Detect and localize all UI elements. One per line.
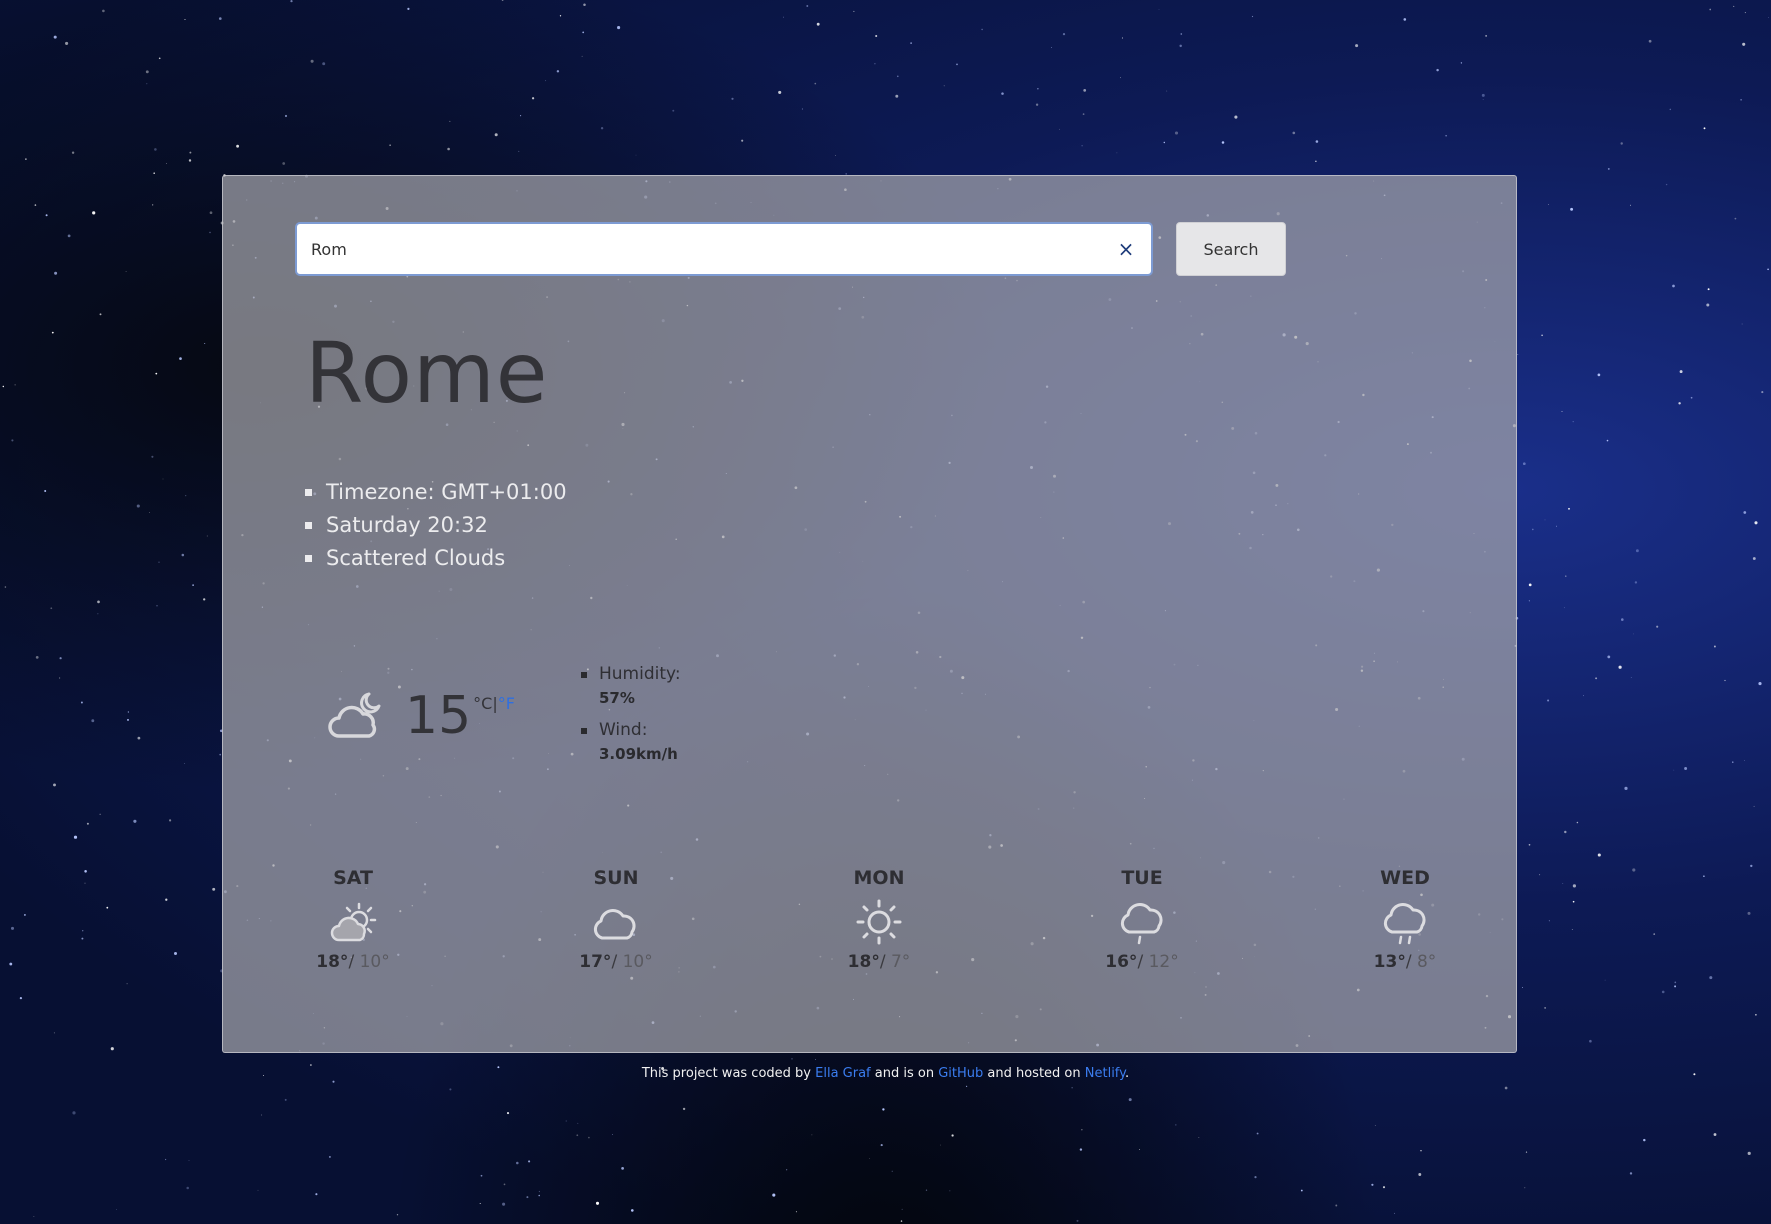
humidity-item: Humidity: 57% xyxy=(578,662,681,710)
netlify-link[interactable]: Netlify xyxy=(1085,1066,1125,1081)
clear-icon[interactable]: × xyxy=(1115,238,1137,260)
forecast-min: 8° xyxy=(1416,952,1437,972)
forecast-day-name: SAT xyxy=(333,867,373,889)
light-rain-icon xyxy=(1383,903,1426,945)
light-rain-icon xyxy=(1120,903,1163,945)
forecast-temps: 18°/ 7° xyxy=(819,950,939,974)
datetime-item: Saturday 20:32 xyxy=(303,509,567,542)
footer-text: This project was coded by xyxy=(641,1066,816,1081)
forecast-day-name: WED xyxy=(1380,867,1430,889)
search-input[interactable] xyxy=(297,228,1093,270)
sun-icon xyxy=(856,899,902,945)
footer-text: and is on xyxy=(870,1066,939,1081)
forecast-min: 10° xyxy=(359,952,390,972)
forecast-min: 10° xyxy=(622,952,653,972)
forecast-sep: / xyxy=(1405,952,1412,972)
forecast-day-name: SUN xyxy=(593,867,639,889)
forecast-temps: 18°/ 10° xyxy=(293,950,413,974)
search-form: × Search xyxy=(295,222,1286,276)
city-info-list: Timezone: GMT+01:00 Saturday 20:32 Scatt… xyxy=(303,476,567,575)
github-link[interactable]: GitHub xyxy=(938,1066,983,1081)
wind-value: 3.09km/h xyxy=(599,745,678,763)
footer: This project was coded by Ella Graf and … xyxy=(0,1066,1771,1081)
forecast-sep: / xyxy=(611,952,618,972)
forecast-day: SAT 18°/ 10° xyxy=(293,866,413,974)
forecast-temps: 13°/ 8° xyxy=(1345,950,1465,974)
forecast-max: 16° xyxy=(1105,952,1138,972)
wind-item: Wind: 3.09km/h xyxy=(578,718,681,766)
forecast-max: 18° xyxy=(847,952,880,972)
fahrenheit-link[interactable]: °F xyxy=(498,694,515,713)
author-link[interactable]: Ella Graf xyxy=(815,1066,871,1081)
description-item: Scattered Clouds xyxy=(303,542,567,575)
current-weather: 15 °C|°F xyxy=(325,686,515,746)
forecast-min: 12° xyxy=(1148,952,1179,972)
forecast-day-name: TUE xyxy=(1121,867,1163,889)
forecast-sep: / xyxy=(879,952,886,972)
weather-details: Humidity: 57% Wind: 3.09km/h xyxy=(578,662,681,774)
city-name: Rome xyxy=(305,324,549,422)
humidity-label: Humidity: xyxy=(599,664,681,684)
celsius-unit[interactable]: °C xyxy=(473,694,492,713)
forecast-day-name: MON xyxy=(853,867,905,889)
forecast-day: TUE 16°/ 12° xyxy=(1082,866,1202,974)
cloud-icon xyxy=(593,909,636,940)
partly-cloudy-night-icon xyxy=(328,692,381,738)
humidity-value: 57% xyxy=(599,689,635,707)
forecast-min: 7° xyxy=(890,952,911,972)
forecast-day: WED 13°/ 8° xyxy=(1345,866,1465,974)
search-field[interactable]: × xyxy=(295,222,1153,276)
forecast-sep: / xyxy=(348,952,355,972)
forecast-day: MON 18°/ 7° xyxy=(819,866,939,974)
forecast-sep: / xyxy=(1137,952,1144,972)
forecast-temps: 17°/ 10° xyxy=(556,950,676,974)
footer-text: and hosted on xyxy=(983,1066,1085,1081)
forecast-max: 17° xyxy=(579,952,612,972)
wind-label: Wind: xyxy=(599,720,648,740)
current-temperature: 15 xyxy=(405,686,472,746)
unit-toggle: °C|°F xyxy=(473,694,515,713)
footer-text: . xyxy=(1125,1066,1130,1081)
forecast-row: SAT 18°/ 10° SUN 17°/ 10° MON 18°/ 7° TU… xyxy=(293,866,1443,986)
forecast-temps: 16°/ 12° xyxy=(1082,950,1202,974)
forecast-max: 18° xyxy=(316,952,349,972)
forecast-day: SUN 17°/ 10° xyxy=(556,866,676,974)
partly-cloudy-icon xyxy=(330,902,377,942)
forecast-max: 13° xyxy=(1373,952,1406,972)
search-button[interactable]: Search xyxy=(1176,222,1286,276)
timezone-item: Timezone: GMT+01:00 xyxy=(303,476,567,509)
weather-card: × Search Rome Timezone: GMT+01:00 Saturd… xyxy=(222,175,1517,1053)
